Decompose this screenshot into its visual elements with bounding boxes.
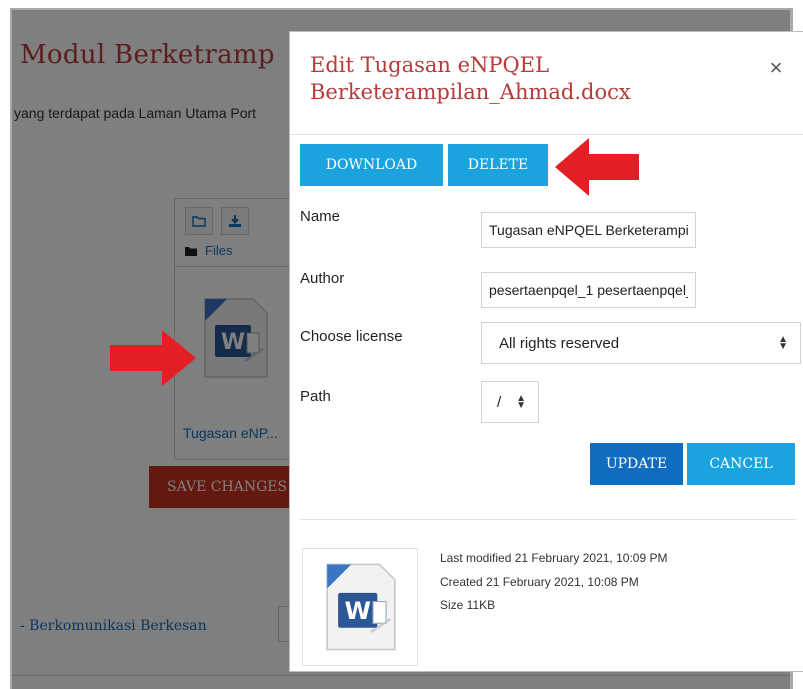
created-text: Created 21 February 2021, 10:08 PM [440,575,639,589]
red-arrow-icon [110,330,196,386]
name-input[interactable] [481,212,696,248]
select-arrow-icon: ▲ ▼ [516,393,526,411]
license-value: All rights reserved [499,334,620,352]
name-label: Name [300,208,341,225]
size-text: Size 11KB [440,598,496,612]
dialog-title-line2: Berketerampilan_Ahmad.docx [310,80,631,104]
cancel-button[interactable]: CANCEL [687,443,795,485]
edit-file-dialog: Edit Tugasan eNPQEL Berketerampilan_Ahma… [289,31,803,672]
file-thumbnail: W [302,548,418,666]
delete-button[interactable]: DELETE [448,144,548,186]
dialog-title-line1: Edit Tugasan eNPQEL [310,53,550,77]
license-select[interactable]: All rights reserved ▲ ▼ [481,322,801,364]
path-select[interactable]: / ▲ ▼ [481,381,539,423]
last-modified-text: Last modified 21 February 2021, 10:09 PM [440,551,668,565]
dialog-header-divider [290,134,803,135]
update-button[interactable]: UPDATE [590,443,683,485]
author-label: Author [300,270,345,287]
word-doc-icon: W [326,563,396,651]
license-label: Choose license [300,328,403,345]
path-label: Path [300,388,331,405]
download-button[interactable]: DOWNLOAD [300,144,443,186]
red-arrow-icon [555,138,639,196]
svg-text:W: W [344,597,370,625]
close-icon[interactable]: × [762,54,790,82]
select-arrow-icon: ▲ ▼ [778,334,788,352]
path-value: / [497,393,502,411]
dialog-divider [300,519,796,520]
author-input[interactable] [481,272,696,308]
dialog-title: Edit Tugasan eNPQEL Berketerampilan_Ahma… [310,52,740,106]
